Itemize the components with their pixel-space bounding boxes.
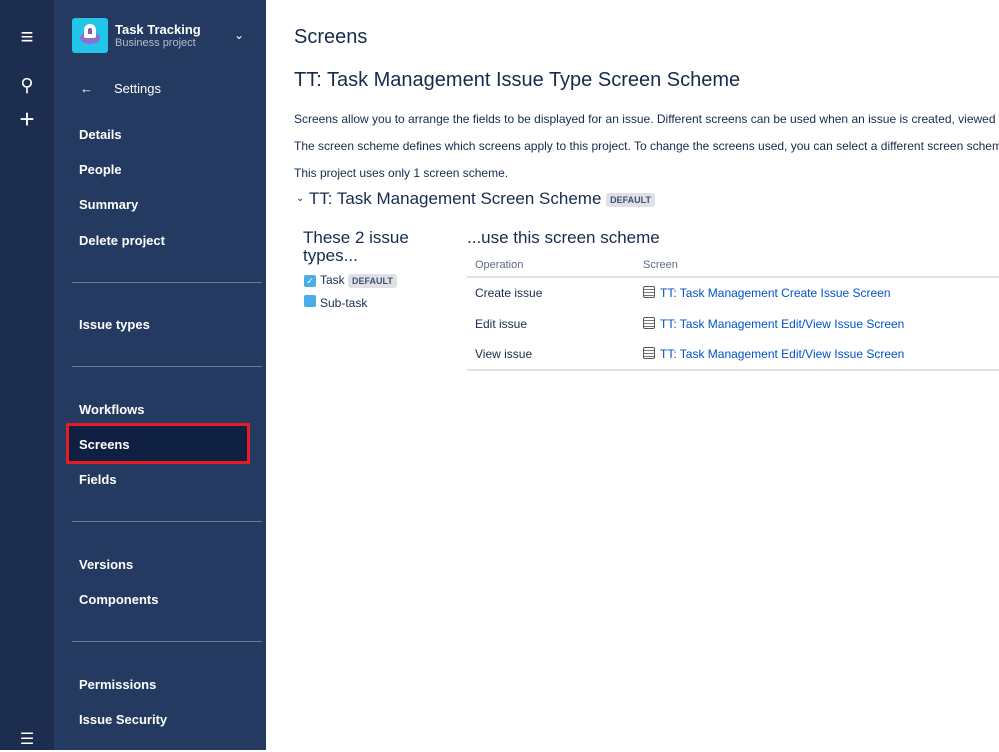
operation: View issue xyxy=(475,347,533,361)
sidebar-item-screens[interactable]: Screens xyxy=(79,437,130,452)
chevron-down-icon[interactable]: ⌄ xyxy=(234,28,244,42)
table-row: Create issue TT: Task Management Create I… xyxy=(467,277,999,308)
screen-icon xyxy=(643,347,655,359)
operation: Create issue xyxy=(475,286,543,300)
table-row: Edit issue TT: Task Management Edit/View … xyxy=(467,308,999,339)
operation: Edit issue xyxy=(475,316,528,331)
divider xyxy=(72,521,262,522)
description-3: This project uses only 1 screen scheme. xyxy=(294,166,509,180)
menu-icon[interactable]: ☰ xyxy=(14,726,40,752)
sidebar-item-summary[interactable]: Summary xyxy=(79,197,138,212)
collapse-chevron-icon[interactable]: ⌄ xyxy=(296,193,304,204)
sidebar-item-workflows[interactable]: Workflows xyxy=(79,402,145,417)
jira-logo-icon[interactable]: ≡ xyxy=(14,24,40,50)
project-switcher[interactable]: Task Tracking Business project xyxy=(72,18,201,53)
page-title: Screens xyxy=(294,26,368,48)
sidebar-item-people[interactable]: People xyxy=(79,162,122,177)
issue-type-task: ✓ Task DEFAULT xyxy=(304,273,397,288)
search-icon[interactable]: ⚲ xyxy=(14,72,40,98)
subtask-icon xyxy=(304,295,316,307)
screen-link[interactable]: TT: Task Management Create Issue Screen xyxy=(660,286,891,300)
divider xyxy=(72,366,262,367)
sidebar-item-delete-project[interactable]: Delete project xyxy=(79,233,165,248)
scheme-name: TT: Task Management Screen Scheme xyxy=(308,189,602,208)
sidebar-item-components[interactable]: Components xyxy=(79,592,158,607)
screen-icon xyxy=(643,316,655,329)
project-type: Business project xyxy=(115,37,196,49)
sidebar-item-permissions[interactable]: Permissions xyxy=(79,677,156,692)
screen-icon xyxy=(643,286,655,298)
task-icon: ✓ xyxy=(304,275,316,287)
description-1: Screens allow you to arrange the fields … xyxy=(294,112,996,126)
default-badge: DEFAULT xyxy=(606,192,655,207)
description-2: The screen scheme defines which screens … xyxy=(294,139,999,153)
table-row: View issue TT: Task Management Edit/View … xyxy=(467,339,999,370)
screen-link[interactable]: TT: Task Management Edit/View Issue Scre… xyxy=(660,317,904,331)
divider xyxy=(72,641,262,642)
column-header: Screen xyxy=(635,254,999,278)
issue-type-subtask: Sub-task xyxy=(304,295,367,310)
default-badge: DEFAULT xyxy=(348,273,397,288)
screen-link[interactable]: TT: Task Management Edit/View Issue Scre… xyxy=(660,347,904,361)
global-nav: ≡ ⚲ + ☰ xyxy=(0,0,54,750)
back-arrow-icon[interactable]: ← xyxy=(80,81,93,96)
project-name: Task Tracking xyxy=(115,22,201,37)
sidebar-item-issue-security[interactable]: Issue Security xyxy=(79,712,167,727)
sidebar-item-issue-types[interactable]: Issue types xyxy=(79,317,150,332)
project-avatar xyxy=(72,18,108,53)
scheme-title: TT: Task Management Issue Type Screen Sc… xyxy=(294,69,741,91)
sidebar-item-versions[interactable]: Versions xyxy=(79,557,133,572)
use-scheme-heading: ...use this screen scheme xyxy=(467,228,660,247)
issue-types-heading: These 2 issue types... xyxy=(303,228,409,265)
screen-scheme-table: Operation Screen Create issue TT: Task Ma… xyxy=(467,254,999,371)
divider xyxy=(72,282,262,283)
settings-back-link[interactable]: Settings xyxy=(114,81,161,96)
sidebar-item-details[interactable]: Details xyxy=(79,127,122,142)
sidebar-item-fields[interactable]: Fields xyxy=(79,472,117,487)
column-header: Operation xyxy=(467,254,635,278)
project-sidebar: Task Tracking Business project ⌄ ← Setti… xyxy=(54,0,266,750)
create-plus-icon[interactable]: + xyxy=(14,104,40,134)
scheme-section-header[interactable]: ⌄ TT: Task Management Screen Scheme DEFA… xyxy=(296,189,655,209)
